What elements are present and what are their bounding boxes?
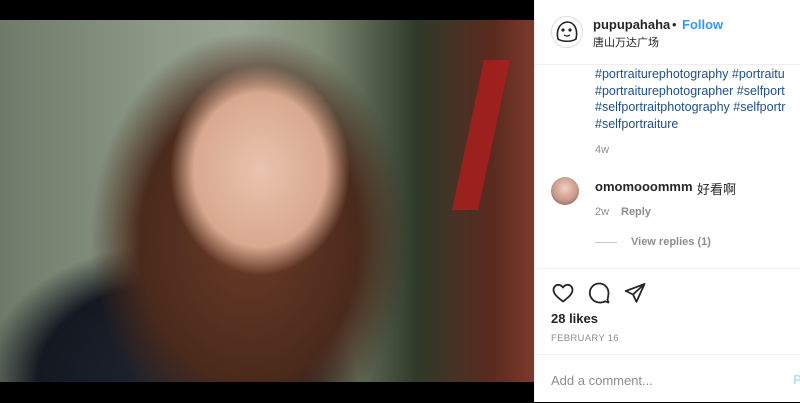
likes-count[interactable]: 28 likes	[551, 311, 598, 326]
comment-icon[interactable]	[587, 281, 613, 305]
share-icon[interactable]	[623, 281, 649, 305]
location-link[interactable]: 唐山万达广场	[593, 34, 659, 50]
add-comment-input[interactable]	[551, 371, 771, 389]
reply-button[interactable]: Reply	[621, 206, 651, 218]
post-actions: 28 likes FEBRUARY 16	[535, 268, 800, 355]
follow-button[interactable]: Follow	[682, 17, 723, 32]
author-avatar[interactable]	[551, 16, 583, 48]
post-comment-button[interactable]: P	[793, 372, 800, 387]
photo-pane	[0, 0, 534, 402]
hashtag-line[interactable]: #selfportraitphotography #selfportr	[595, 99, 800, 116]
comment-timestamp[interactable]: 2w	[595, 206, 609, 218]
caption-hashtags: #portraiturephotography #portraitu #port…	[595, 66, 800, 132]
caption-timestamp[interactable]: 4w	[595, 144, 609, 156]
commenter-avatar[interactable]	[551, 177, 579, 205]
hashtag-line[interactable]: #portraiturephotographer #selfport	[595, 83, 800, 100]
hashtag-line[interactable]: #portraiturephotography #portraitu	[595, 66, 800, 83]
add-comment-bar: P	[535, 354, 800, 403]
view-replies-button[interactable]: View replies (1)	[631, 236, 711, 248]
author-username[interactable]: pupupahaha	[593, 17, 670, 32]
separator-dot: •	[672, 17, 677, 32]
post-sidebar: pupupahaha • Follow 唐山万达广场 #portraiturep…	[534, 0, 800, 402]
commenter-username[interactable]: omomooommm	[595, 179, 693, 194]
avatar-cartoon-icon	[552, 17, 582, 47]
post-photo[interactable]	[0, 20, 534, 382]
post-date[interactable]: FEBRUARY 16	[551, 333, 619, 344]
post-header: pupupahaha • Follow 唐山万达广场	[535, 0, 800, 65]
hashtag-line[interactable]: #selfportraiture	[595, 116, 800, 133]
replies-divider	[595, 242, 617, 243]
heart-icon[interactable]	[551, 281, 577, 305]
comment-text: 好看啊	[697, 182, 737, 197]
comments-section[interactable]: #portraiturephotography #portraitu #port…	[535, 64, 800, 268]
